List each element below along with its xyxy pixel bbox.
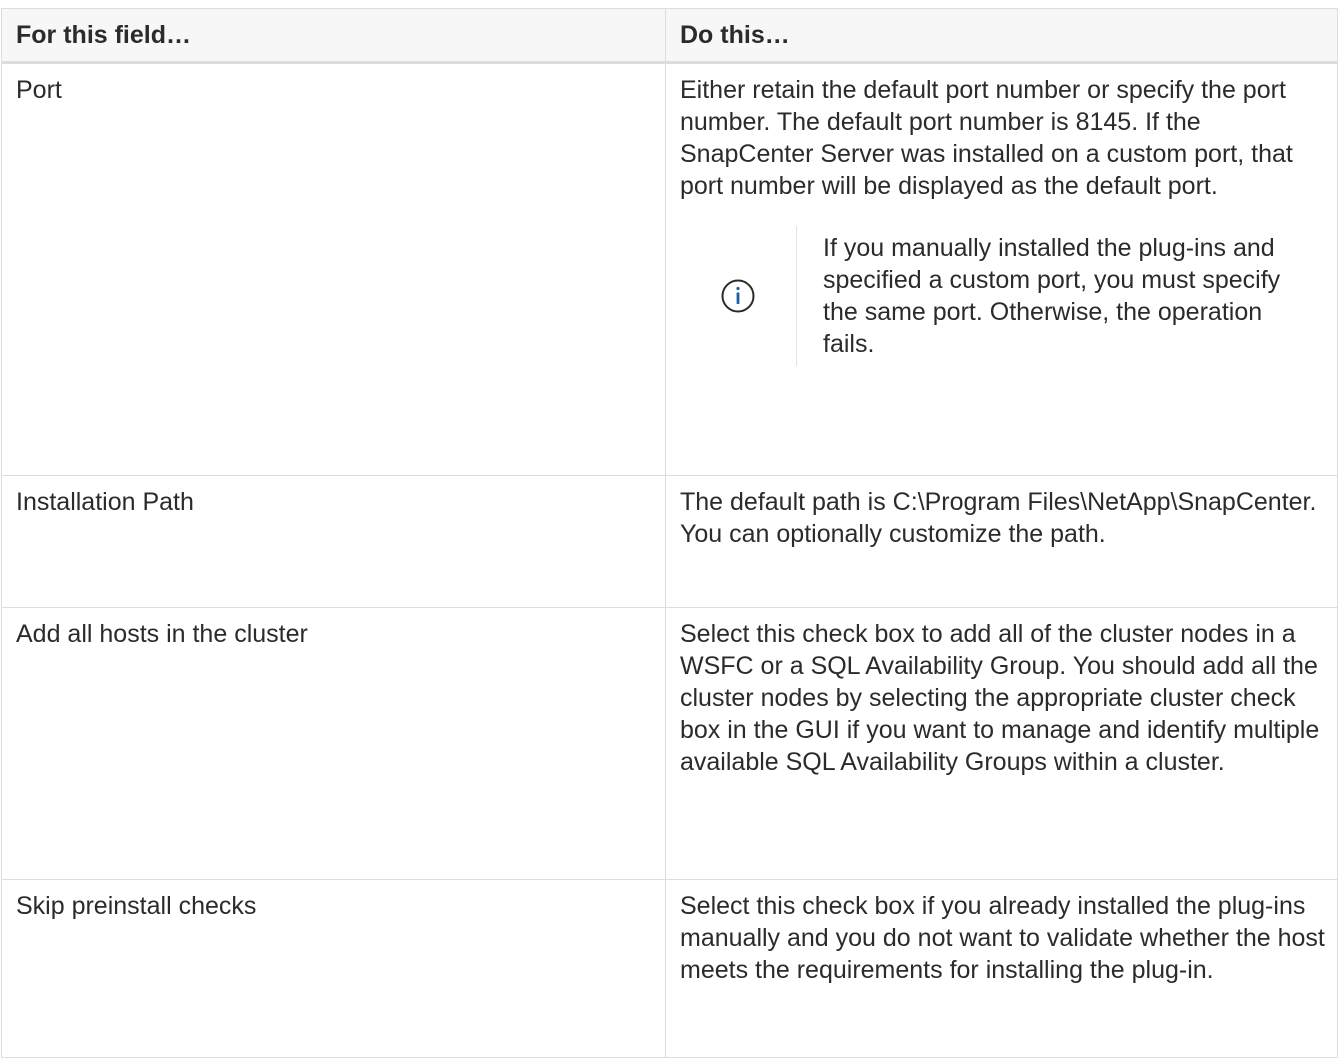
info-icon: [721, 279, 755, 313]
field-name: Add all hosts in the cluster: [16, 620, 308, 648]
field-cell: Port: [1, 62, 666, 476]
note-admonition: If you manually installed the plug-ins a…: [680, 226, 1325, 366]
action-text: Select this check box if you already ins…: [680, 892, 1325, 984]
field-cell: Skip preinstall checks: [1, 879, 666, 1058]
header-row: For this field… Do this…: [1, 8, 1338, 64]
header-field: For this field…: [1, 8, 666, 64]
action-text: The default path is C:\Program Files\Net…: [680, 488, 1317, 548]
field-instructions-table: For this field… Do this… Port Either ret…: [1, 8, 1338, 1058]
action-text: Select this check box to add all of the …: [680, 620, 1320, 776]
table-row: Port Either retain the default port numb…: [1, 62, 1338, 476]
note-icon-container: [680, 226, 797, 366]
action-cell: Select this check box if you already ins…: [665, 879, 1338, 1058]
table-row: Add all hosts in the cluster Select this…: [1, 607, 1338, 880]
table-row: Installation Path The default path is C:…: [1, 475, 1338, 608]
field-cell: Installation Path: [1, 475, 666, 608]
field-name: Installation Path: [16, 488, 194, 516]
field-cell: Add all hosts in the cluster: [1, 607, 666, 880]
table-header: For this field… Do this…: [1, 8, 1338, 64]
field-name: Skip preinstall checks: [16, 892, 257, 920]
action-text: Either retain the default port number or…: [680, 76, 1293, 200]
table-row: Skip preinstall checks Select this check…: [1, 879, 1338, 1058]
note-text: If you manually installed the plug-ins a…: [823, 234, 1281, 358]
field-name: Port: [16, 76, 62, 104]
action-cell: Either retain the default port number or…: [665, 62, 1338, 476]
action-cell: Select this check box to add all of the …: [665, 607, 1338, 880]
header-action: Do this…: [665, 8, 1338, 64]
action-cell: The default path is C:\Program Files\Net…: [665, 475, 1338, 608]
